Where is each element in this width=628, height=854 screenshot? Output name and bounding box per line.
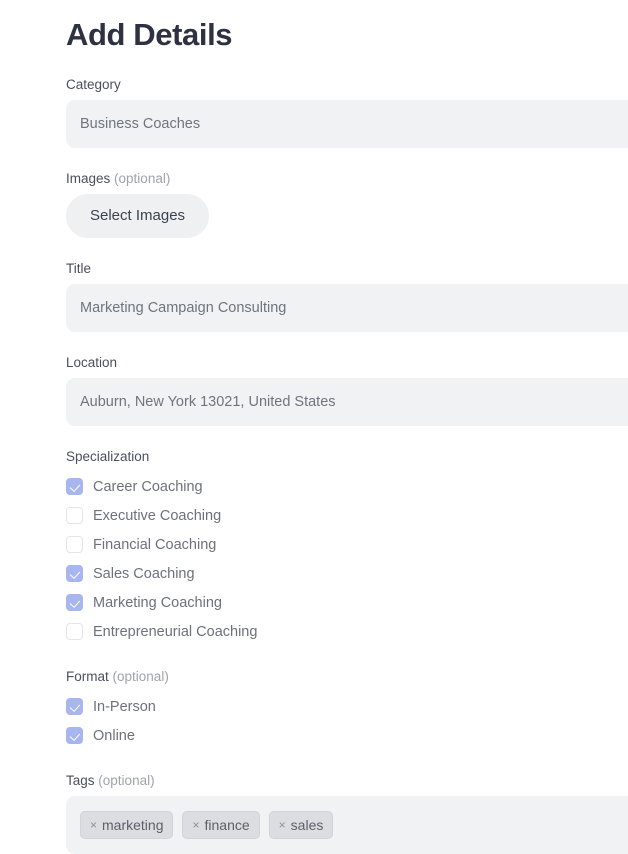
- specialization-checkbox-list: Career Coaching Executive Coaching Financi…: [66, 472, 628, 646]
- location-label: Location: [66, 354, 628, 371]
- format-optional-text: (optional): [113, 669, 169, 684]
- specialization-label-text: Specialization: [66, 449, 149, 464]
- specialization-option-label: Sales Coaching: [93, 565, 195, 583]
- category-input[interactable]: [66, 100, 628, 148]
- images-label-text: Images: [66, 171, 110, 186]
- format-option-label: In-Person: [93, 698, 156, 716]
- images-label: Images (optional): [66, 170, 628, 187]
- format-checkbox-list: In-Person Online: [66, 692, 628, 750]
- specialization-option-row[interactable]: Sales Coaching: [66, 559, 628, 588]
- checkbox-unchecked-icon[interactable]: [66, 536, 83, 553]
- checkbox-checked-icon[interactable]: [66, 594, 83, 611]
- specialization-label: Specialization: [66, 448, 628, 465]
- tags-optional-text: (optional): [98, 773, 154, 788]
- title-input[interactable]: [66, 284, 628, 332]
- format-option-row[interactable]: In-Person: [66, 692, 628, 721]
- specialization-option-row[interactable]: Career Coaching: [66, 472, 628, 501]
- tags-label-text: Tags: [66, 773, 95, 788]
- field-specialization: Specialization Career Coaching Executive …: [66, 448, 628, 646]
- format-label: Format (optional): [66, 668, 628, 685]
- add-details-form: Add Details Category Images (optional) S…: [0, 0, 628, 854]
- field-format: Format (optional) In-Person Online: [66, 668, 628, 750]
- tag-chip[interactable]: × finance: [182, 811, 259, 839]
- tag-chip[interactable]: × sales: [269, 811, 334, 839]
- checkbox-unchecked-icon[interactable]: [66, 623, 83, 640]
- title-label: Title: [66, 260, 628, 277]
- tags-label: Tags (optional): [66, 772, 628, 789]
- specialization-option-row[interactable]: Entrepreneurial Coaching: [66, 617, 628, 646]
- tags-input-container[interactable]: × marketing × finance × sales: [66, 796, 628, 854]
- page-title: Add Details: [66, 0, 628, 54]
- images-optional-text: (optional): [114, 171, 170, 186]
- format-label-text: Format: [66, 669, 109, 684]
- checkbox-checked-icon[interactable]: [66, 698, 83, 715]
- specialization-option-label: Marketing Coaching: [93, 594, 222, 612]
- tag-chip-label: finance: [205, 817, 250, 833]
- checkbox-checked-icon[interactable]: [66, 565, 83, 582]
- tag-chip-label: marketing: [102, 817, 163, 833]
- field-images: Images (optional) Select Images: [66, 170, 628, 238]
- tag-remove-icon[interactable]: ×: [279, 819, 286, 831]
- specialization-option-label: Financial Coaching: [93, 536, 216, 554]
- field-title: Title: [66, 260, 628, 332]
- field-category: Category: [66, 76, 628, 148]
- location-label-text: Location: [66, 355, 117, 370]
- specialization-option-row[interactable]: Financial Coaching: [66, 530, 628, 559]
- checkbox-checked-icon[interactable]: [66, 478, 83, 495]
- specialization-option-label: Executive Coaching: [93, 507, 221, 525]
- tag-chip-label: sales: [291, 817, 324, 833]
- title-label-text: Title: [66, 261, 91, 276]
- select-images-button[interactable]: Select Images: [66, 194, 209, 238]
- checkbox-checked-icon[interactable]: [66, 727, 83, 744]
- specialization-option-label: Entrepreneurial Coaching: [93, 623, 257, 641]
- checkbox-unchecked-icon[interactable]: [66, 507, 83, 524]
- tag-remove-icon[interactable]: ×: [90, 819, 97, 831]
- tag-chip[interactable]: × marketing: [80, 811, 173, 839]
- location-input[interactable]: [66, 378, 628, 426]
- tag-remove-icon[interactable]: ×: [192, 819, 199, 831]
- format-option-label: Online: [93, 727, 135, 745]
- category-label-text: Category: [66, 77, 121, 92]
- specialization-option-row[interactable]: Marketing Coaching: [66, 588, 628, 617]
- format-option-row[interactable]: Online: [66, 721, 628, 750]
- specialization-option-label: Career Coaching: [93, 478, 203, 496]
- field-tags: Tags (optional) × marketing × finance × sales: [66, 772, 628, 854]
- category-label: Category: [66, 76, 628, 93]
- specialization-option-row[interactable]: Executive Coaching: [66, 501, 628, 530]
- field-location: Location: [66, 354, 628, 426]
